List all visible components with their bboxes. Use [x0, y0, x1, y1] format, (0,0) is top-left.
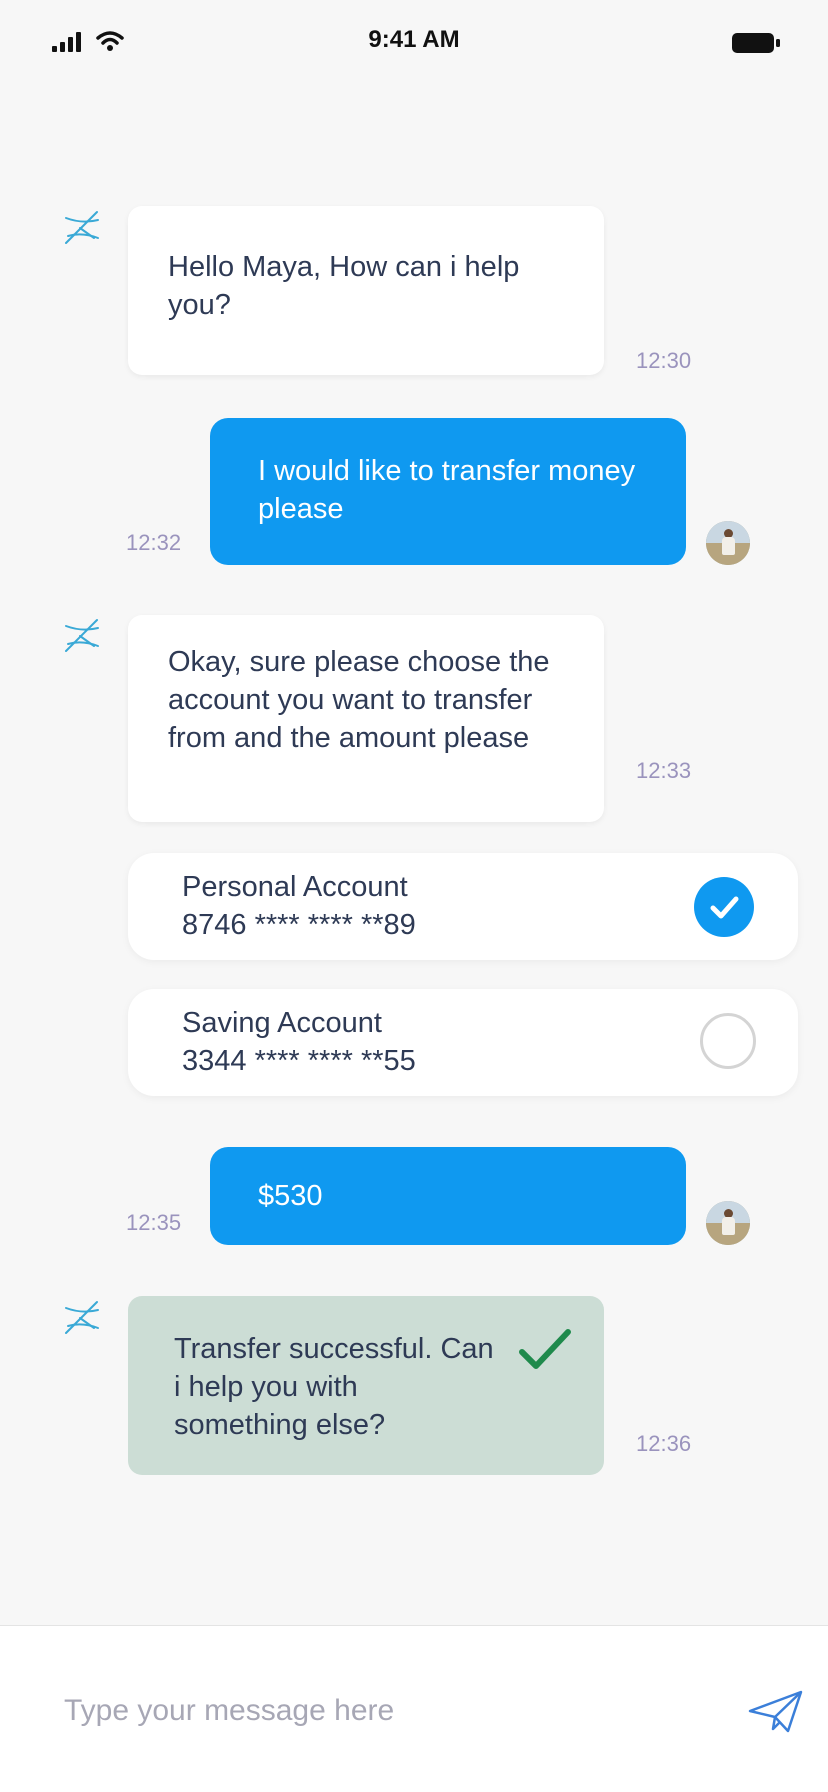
send-button[interactable] [746, 1688, 806, 1738]
checkmark-icon [710, 896, 739, 919]
account-number: 8746 **** **** **89 [182, 909, 416, 941]
message-composer [0, 1625, 828, 1792]
message-text: Okay, sure please choose the account you… [168, 646, 550, 754]
message-time: 12:33 [636, 758, 692, 783]
bot-logo-icon [65, 211, 99, 244]
paper-plane-icon [748, 1690, 803, 1732]
message-text: I would like to transfer money please [258, 455, 636, 525]
account-name: Saving Account [182, 1007, 382, 1039]
battery-icon [732, 33, 780, 53]
status-time: 9:41 AM [368, 26, 460, 53]
account-number: 3344 **** **** **55 [182, 1045, 416, 1077]
message-text: $530 [258, 1180, 323, 1212]
avatar [706, 1201, 750, 1245]
account-name: Personal Account [182, 871, 408, 903]
message-bubble-bot: Okay, sure please choose the account you… [128, 615, 604, 822]
message-input[interactable] [64, 1686, 664, 1736]
status-bar: 9:41 AM [0, 0, 828, 88]
account-radio[interactable] [700, 1013, 756, 1069]
message-bubble-user: $530 [210, 1147, 686, 1245]
message-text: Hello Maya, How can i help you? [168, 251, 520, 321]
message-time: 12:36 [636, 1431, 692, 1456]
message-bubble-success: Transfer successful. Can i help you with… [128, 1296, 604, 1475]
checkmark-icon [519, 1329, 571, 1369]
account-option-saving[interactable]: Saving Account 3344 **** **** **55 [128, 989, 798, 1096]
bot-logo-icon [65, 619, 99, 652]
message-time: 12:35 [126, 1210, 182, 1235]
message-text: Transfer successful. Can i help you with… [174, 1333, 494, 1441]
account-radio-selected[interactable] [694, 877, 754, 937]
message-time: 12:32 [126, 530, 182, 555]
message-time: 12:30 [636, 348, 692, 373]
message-bubble-bot: Hello Maya, How can i help you? [128, 206, 604, 375]
bot-logo-icon [65, 1301, 99, 1334]
avatar [706, 521, 750, 565]
message-bubble-user: I would like to transfer money please [210, 418, 686, 565]
account-option-personal[interactable]: Personal Account 8746 **** **** **89 [128, 853, 798, 960]
